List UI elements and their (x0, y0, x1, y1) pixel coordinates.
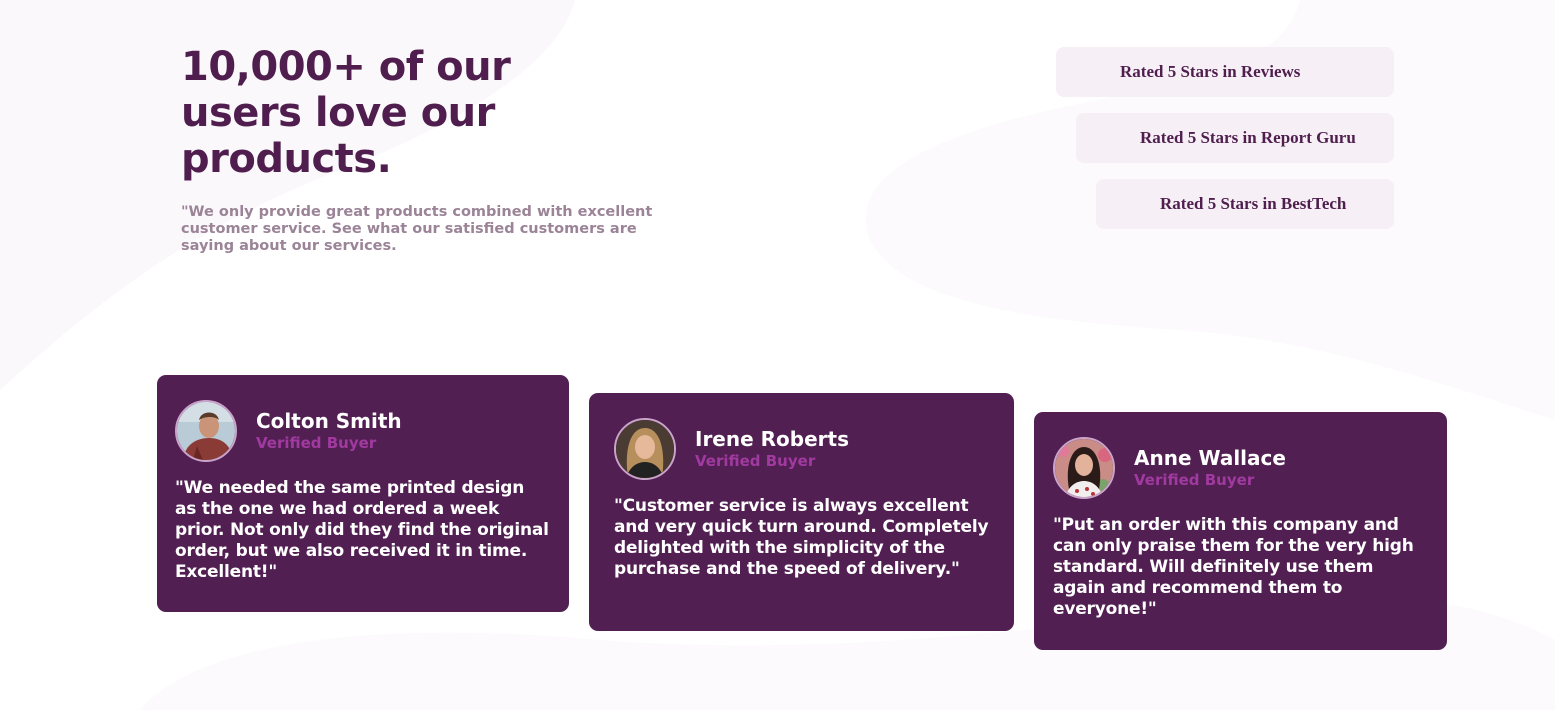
rating-badge-besttech: Rated 5 Stars in BestTech (1096, 179, 1394, 229)
testimonial-header: Anne Wallace Verified Buyer (1053, 437, 1428, 499)
rating-badge-report-guru: Rated 5 Stars in Report Guru (1076, 113, 1394, 163)
testimonial-quote: "Put an order with this company and can … (1053, 515, 1414, 619)
rating-badge-reviews: Rated 5 Stars in Reviews (1056, 47, 1394, 97)
intro-text: "We only provide great products combined… (181, 204, 653, 254)
rating-label: Rated 5 Stars in Reviews (1120, 62, 1301, 81)
testimonial-quote: "We needed the same printed design as th… (175, 478, 549, 582)
rating-label: Rated 5 Stars in Report Guru (1140, 128, 1356, 147)
avatar (1053, 437, 1115, 499)
buyer-info: Anne Wallace Verified Buyer (1134, 446, 1286, 490)
buyer-info: Colton Smith Verified Buyer (256, 409, 402, 453)
testimonial-header: Colton Smith Verified Buyer (175, 400, 551, 462)
verified-buyer-badge: Verified Buyer (1134, 471, 1255, 489)
buyer-name: Irene Roberts (695, 427, 849, 451)
avatar (614, 418, 676, 480)
testimonial-header: Irene Roberts Verified Buyer (614, 418, 989, 480)
avatar-anne-image (1055, 439, 1113, 497)
verified-buyer-badge: Verified Buyer (695, 452, 816, 470)
page-title: 10,000+ of our users love our products. (181, 44, 511, 182)
buyer-info: Irene Roberts Verified Buyer (695, 427, 849, 471)
verified-buyer-badge: Verified Buyer (256, 434, 377, 452)
buyer-name: Anne Wallace (1134, 446, 1286, 470)
testimonial-quote: "Customer service is always excellent an… (614, 496, 989, 579)
testimonial-card-colton: Colton Smith Verified Buyer "We needed t… (157, 375, 569, 612)
testimonial-card-irene: Irene Roberts Verified Buyer "Customer s… (589, 393, 1014, 631)
testimonials-page: 10,000+ of our users love our products. … (0, 0, 1555, 710)
avatar-irene-image (616, 420, 674, 478)
avatar (175, 400, 237, 462)
testimonial-card-anne: Anne Wallace Verified Buyer "Put an orde… (1034, 412, 1447, 650)
avatar-colton-image (177, 402, 235, 460)
buyer-name: Colton Smith (256, 409, 402, 433)
rating-label: Rated 5 Stars in BestTech (1160, 194, 1347, 213)
